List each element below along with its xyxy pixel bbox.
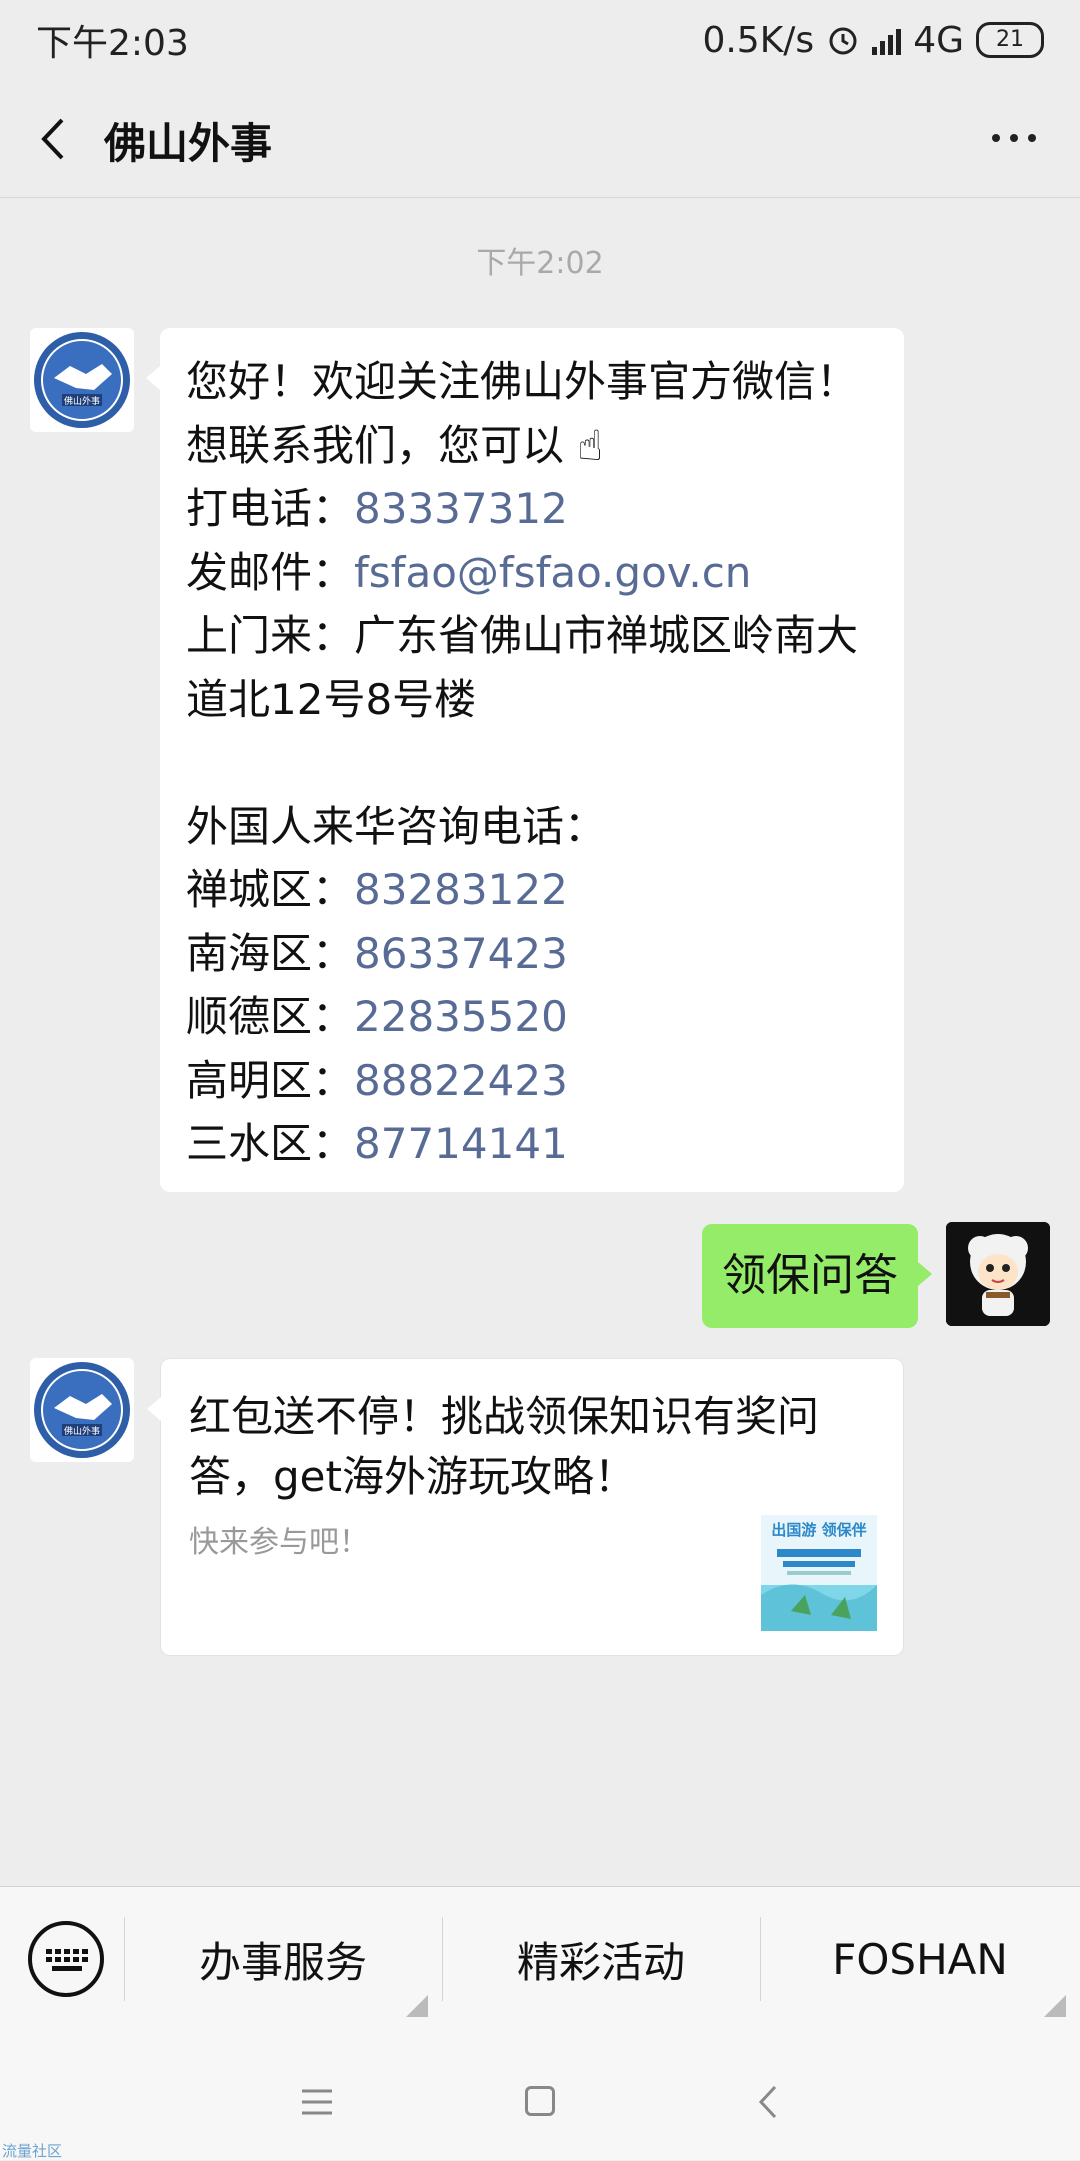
- home-icon[interactable]: [525, 2086, 555, 2116]
- nav-back-icon[interactable]: [758, 2084, 778, 2120]
- welcome-message-bubble: 您好！欢迎关注佛山外事官方微信！ 想联系我们，您可以 ☝ 打电话：8333731…: [146, 328, 904, 1192]
- district-phone-link[interactable]: 86337423: [354, 929, 568, 978]
- network-type: 4G: [913, 19, 964, 61]
- more-icon[interactable]: [992, 134, 1036, 142]
- phone-line: 打电话：83337312: [186, 484, 568, 533]
- keyboard-icon[interactable]: [28, 1921, 104, 1997]
- email-link[interactable]: fsfao@fsfao.gov.cn: [354, 548, 751, 597]
- signal-icon: [872, 25, 902, 55]
- chat-title: 佛山外事: [104, 119, 273, 168]
- official-account-avatar[interactable]: 佛山外事: [30, 328, 134, 432]
- net-speed: 0.5K/s: [702, 19, 815, 61]
- district-phone-link[interactable]: 88822423: [354, 1056, 568, 1105]
- card-thumb-text: 出国游 领保伴: [771, 1521, 866, 1539]
- district-phone-line: 高明区：88822423: [186, 1055, 568, 1105]
- sent-message-bubble[interactable]: 领保问答: [702, 1224, 932, 1328]
- card-description: 快来参与吧！: [189, 1525, 369, 1560]
- account-menu-bar: 办事服务 精彩活动 FOSHAN: [0, 1886, 1080, 2030]
- battery-icon: 21: [976, 22, 1044, 58]
- district-phone-line: 南海区：86337423: [186, 928, 568, 978]
- card-thumbnail: 出国游 领保伴: [761, 1515, 877, 1631]
- article-card[interactable]: 红包送不停！挑战领保知识有奖问答，get海外游玩攻略！ 快来参与吧！ 出国游 领…: [147, 1358, 904, 1656]
- menu-item-services[interactable]: 办事服务: [124, 1887, 442, 2031]
- pointing-hand-icon: ☝: [577, 420, 603, 470]
- address-line-2: 道北12号8号楼: [186, 674, 477, 724]
- menu-item-foshan[interactable]: FOSHAN: [760, 1887, 1080, 2031]
- avatar-label: 佛山外事: [64, 1425, 100, 1437]
- foreign-consult-header: 外国人来华咨询电话：: [186, 801, 607, 851]
- chat-header: 佛山外事: [0, 80, 1080, 198]
- district-phone-link[interactable]: 22835520: [354, 992, 568, 1041]
- message-timestamp: 下午2:02: [476, 246, 604, 281]
- card-title: 红包送不停！挑战领保知识有奖问答，get海外游玩攻略！: [189, 1392, 820, 1501]
- recent-apps-icon[interactable]: [300, 2088, 334, 2116]
- email-line: 发邮件：fsfao@fsfao.gov.cn: [186, 547, 752, 597]
- user-avatar[interactable]: [946, 1222, 1050, 1326]
- system-nav-bar: [0, 2030, 1080, 2160]
- watermark: 流量社区: [2, 2142, 63, 2160]
- avatar-label: 佛山外事: [64, 395, 100, 407]
- district-phone-link[interactable]: 83283122: [354, 865, 568, 914]
- district-phone-link[interactable]: 87714141: [354, 1119, 568, 1168]
- handshake-logo-icon: 佛山外事: [34, 332, 130, 428]
- district-phone-line: 三水区：87714141: [186, 1119, 568, 1168]
- submenu-indicator-icon: [406, 1995, 428, 2017]
- official-account-avatar[interactable]: 佛山外事: [30, 1358, 134, 1462]
- district-phone-line: 顺德区：22835520: [186, 992, 568, 1041]
- district-phone-line: 禅城区：83283122: [186, 865, 568, 914]
- handshake-logo-icon: 佛山外事: [34, 1362, 130, 1458]
- status-bar: 下午2:03 0.5K/s 4G 21: [0, 0, 1080, 80]
- sheep-avatar-icon: [946, 1222, 1050, 1326]
- welcome-line: 您好！欢迎关注佛山外事官方微信！: [186, 357, 859, 406]
- status-icons: 0.5K/s 4G 21: [702, 20, 1044, 61]
- phone-link[interactable]: 83337312: [354, 484, 568, 533]
- back-icon[interactable]: [34, 114, 74, 164]
- contact-intro: 想联系我们，您可以 ☝: [186, 420, 603, 470]
- address-line: 上门来：广东省佛山市禅城区岭南大: [186, 611, 859, 660]
- alarm-icon: [829, 27, 857, 55]
- submenu-indicator-icon: [1044, 1995, 1066, 2017]
- status-time: 下午2:03: [36, 23, 189, 64]
- menu-item-activities[interactable]: 精彩活动: [442, 1887, 760, 2031]
